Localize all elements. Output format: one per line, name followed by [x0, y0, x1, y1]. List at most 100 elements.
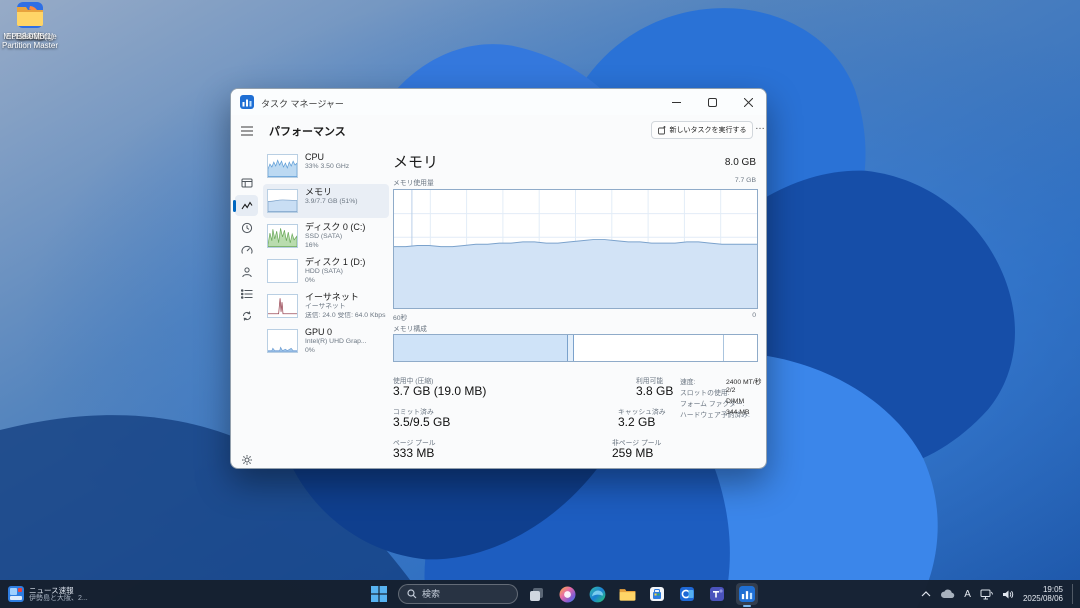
- nav-selected-indicator: [233, 200, 236, 212]
- settings-gear-icon[interactable]: [239, 452, 254, 467]
- sidebar-item-ethernet[interactable]: イーサネットイーサネット送信: 24.0 受信: 64.0 Kbps: [263, 289, 389, 323]
- task-view-icon: [529, 586, 545, 602]
- edge-button[interactable]: [586, 583, 608, 605]
- window-titlebar[interactable]: タスク マネージャー: [231, 89, 766, 115]
- speaker-icon[interactable]: [1002, 589, 1014, 600]
- cpu-mini-chart: [267, 154, 298, 178]
- sidebar-item-title: ディスク 0 (C:): [305, 222, 387, 233]
- desktop-icon-label: EPB8.0Mb(1): [0, 32, 60, 41]
- file-explorer-icon: [619, 587, 636, 601]
- microsoft-store-button[interactable]: [646, 583, 668, 605]
- microsoft-store-icon: [649, 586, 665, 602]
- desktop: { "desktop": { "icons": [ { "label": "ごみ…: [0, 0, 1080, 608]
- file-explorer-button[interactable]: [616, 583, 638, 605]
- sidebar-item-disk1[interactable]: ディスク 1 (D:)HDD (SATA)0%: [263, 254, 389, 288]
- sidebar-item-memory[interactable]: メモリ3.9/7.7 GB (51%): [263, 184, 389, 218]
- sidebar-item-disk0[interactable]: ディスク 0 (C:)SSD (SATA)16%: [263, 219, 389, 253]
- task-view-button[interactable]: [526, 583, 548, 605]
- network-icon[interactable]: [980, 589, 993, 600]
- stat-value: 3.2 GB: [618, 415, 655, 429]
- memory-capacity: 8.0 GB: [725, 157, 756, 168]
- teams-button[interactable]: [706, 583, 728, 605]
- memory-detail-panel: メモリ 8.0 GB メモリ使用量 7.7 GB 60秒 0 メモリ構成: [393, 115, 756, 468]
- task-manager-taskbar-icon: [739, 586, 755, 602]
- show-desktop-sliver[interactable]: [1072, 584, 1074, 604]
- taskbar: ニュース速報 伊勢島と大阪、2... A 19:05 2025/08/06: [0, 580, 1080, 608]
- sidebar-item-gpu[interactable]: GPU 0Intel(R) UHD Grap...0%: [263, 324, 389, 358]
- minimize-button[interactable]: [658, 89, 694, 115]
- nav-app-history-icon[interactable]: [239, 220, 254, 235]
- stat-value: 3.8 GB: [636, 384, 673, 398]
- outlook-icon: [679, 586, 695, 602]
- panel-title: メモリ: [393, 151, 438, 172]
- clock[interactable]: 19:05 2025/08/06: [1023, 585, 1063, 603]
- detail-row: スロットの使用:2/2: [680, 387, 767, 398]
- copilot-icon: [559, 586, 576, 603]
- sidebar-item-title: メモリ: [305, 187, 387, 198]
- window-title: タスク マネージャー: [261, 97, 344, 110]
- usage-chart-max: 7.7 GB: [735, 177, 756, 184]
- ime-mode-indicator[interactable]: A: [964, 589, 971, 600]
- tray-chevron-up-icon[interactable]: [921, 591, 931, 597]
- nav-details-icon[interactable]: [239, 286, 254, 301]
- detail-row: 速度:2400 MT/秒: [680, 376, 767, 387]
- widget-subline: 伊勢島と大阪、2...: [29, 595, 88, 603]
- ethernet-mini-chart: [267, 294, 298, 318]
- sidebar-item-title: CPU: [305, 152, 387, 163]
- nav-rail: [231, 115, 261, 468]
- disk1-mini-chart: [267, 259, 298, 283]
- page-title: パフォーマンス: [269, 123, 346, 139]
- nav-services-icon[interactable]: [239, 308, 254, 323]
- task-manager-taskbar-button[interactable]: [736, 583, 758, 605]
- composition-free-segment: [724, 335, 757, 361]
- folder-icon: [15, 0, 45, 30]
- nav-performance-icon[interactable]: [239, 198, 254, 213]
- taskbar-search-box[interactable]: [398, 584, 518, 604]
- teams-icon: [709, 586, 725, 602]
- memory-usage-chart: [393, 189, 758, 309]
- nav-processes-icon[interactable]: [239, 175, 254, 190]
- windows-logo-icon: [371, 586, 387, 602]
- stat-value: 333 MB: [393, 446, 434, 460]
- sidebar-item-title: イーサネット: [305, 292, 387, 303]
- outlook-button[interactable]: [676, 583, 698, 605]
- tray-time: 19:05: [1023, 585, 1063, 594]
- task-manager-app-icon: [240, 95, 254, 109]
- desktop-icon-folder[interactable]: EPB8.0Mb(1): [0, 0, 60, 41]
- usage-chart-label: メモリ使用量: [393, 177, 434, 187]
- memory-mini-chart: [267, 189, 298, 213]
- task-manager-window: タスク マネージャー パフォーマンス 新しいタスクを実行する … CPU33% …: [230, 88, 767, 469]
- sidebar-item-title: ディスク 1 (D:): [305, 257, 387, 268]
- sidebar-item-cpu[interactable]: CPU33% 3.50 GHz: [263, 149, 389, 183]
- news-widget-icon: [8, 586, 24, 602]
- nav-users-icon[interactable]: [239, 264, 254, 279]
- detail-row: フォーム ファクター:DIMM: [680, 398, 767, 409]
- composition-label: メモリ構成: [393, 323, 427, 333]
- chart-time-label: 60秒: [393, 312, 407, 322]
- detail-row: ハードウェア予約済み:344 MB: [680, 409, 767, 420]
- composition-inuse-segment: [394, 335, 568, 361]
- edge-taskbar-icon: [589, 586, 606, 603]
- stat-value: 3.7 GB (19.0 MB): [393, 384, 486, 398]
- chart-zero-label: 0: [752, 312, 756, 319]
- maximize-button[interactable]: [694, 89, 730, 115]
- close-button[interactable]: [730, 89, 766, 115]
- widget-headline: ニュース速報: [29, 586, 88, 595]
- stat-value: 259 MB: [612, 446, 653, 460]
- sidebar-item-title: GPU 0: [305, 327, 387, 338]
- memory-composition-bar: [393, 334, 758, 362]
- onedrive-icon[interactable]: [940, 589, 955, 599]
- start-button[interactable]: [368, 583, 390, 605]
- nav-startup-apps-icon[interactable]: [239, 242, 254, 257]
- search-icon: [407, 589, 417, 599]
- stat-value: 3.5/9.5 GB: [393, 415, 450, 429]
- composition-standby-segment: [574, 335, 725, 361]
- copilot-button[interactable]: [556, 583, 578, 605]
- disk0-mini-chart: [267, 224, 298, 248]
- hamburger-menu-icon[interactable]: [239, 123, 254, 138]
- search-input[interactable]: [422, 589, 502, 599]
- gpu-mini-chart: [267, 329, 298, 353]
- more-options-button[interactable]: …: [755, 121, 765, 132]
- widgets-button[interactable]: ニュース速報 伊勢島と大阪、2...: [4, 582, 92, 606]
- tray-date: 2025/08/06: [1023, 594, 1063, 603]
